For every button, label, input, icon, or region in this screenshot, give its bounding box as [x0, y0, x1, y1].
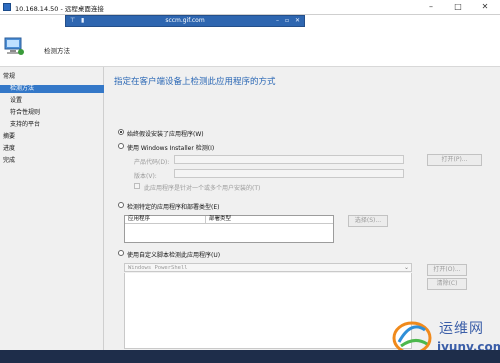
- open-script-button[interactable]: 打开(O)...: [427, 264, 467, 276]
- radio-specific-application[interactable]: [118, 202, 124, 208]
- nav-item-platforms[interactable]: 支持的平台: [10, 121, 40, 129]
- nav-item-complete[interactable]: 完成: [3, 157, 15, 165]
- radio-custom-script[interactable]: [118, 250, 124, 256]
- option-always-installed-label: 始终假设安装了应用程序(W): [127, 131, 204, 138]
- version-field[interactable]: [174, 169, 404, 178]
- per-user-label: 此应用程序是针对一个或多个用户安装的(T): [144, 185, 261, 192]
- option-windows-installer-label: 使用 Windows Installer 检测(I): [127, 145, 215, 152]
- window-title: 10.168.14.50 - 远程桌面连接: [15, 5, 104, 13]
- remote-desktop-icon: [3, 3, 11, 11]
- nav-item-compliance[interactable]: 符合性规则: [10, 109, 40, 117]
- table-header: 应用程序 部署类型: [125, 216, 333, 224]
- product-code-label: 产品代码(D):: [134, 159, 170, 166]
- clear-script-button[interactable]: 清除(C): [427, 278, 467, 290]
- column-deployment-type[interactable]: 部署类型: [209, 216, 231, 223]
- nav-item-settings[interactable]: 设置: [10, 97, 22, 105]
- nav-item-detection[interactable]: 检测方法: [0, 85, 113, 93]
- wizard-header: 检测方法: [0, 27, 500, 67]
- option-custom-script-label: 使用自定义脚本检测此应用程序(U): [127, 252, 221, 259]
- detection-content: 指定在客户端设备上检测此应用程序的方式 始终假设安装了应用程序(W) 使用 Wi…: [104, 67, 500, 350]
- connection-bar: ⊤ ▮ sccm.gif.com – ▫ ✕: [65, 15, 305, 27]
- script-type-select[interactable]: Windows PowerShell ⌄: [124, 263, 412, 272]
- wizard-nav: 常规 检测方法 设置 符合性规则 支持的平台 摘要 进度 完成: [0, 67, 113, 350]
- watermark-text: 运维网: [439, 321, 484, 337]
- script-editor[interactable]: [124, 273, 412, 349]
- wizard-page-title: 检测方法: [44, 47, 70, 55]
- close-button[interactable]: ✕: [474, 0, 496, 14]
- minimize-button[interactable]: –: [420, 0, 442, 14]
- per-user-checkbox[interactable]: [134, 183, 140, 189]
- connection-host: sccm.gif.com: [165, 17, 205, 24]
- option-specific-application-label: 检测特定的应用程序和部署类型(E): [127, 204, 220, 211]
- nav-item-summary[interactable]: 摘要: [3, 133, 15, 141]
- application-table[interactable]: 应用程序 部署类型: [124, 215, 334, 243]
- maximize-button[interactable]: □: [447, 0, 469, 14]
- browse-msi-button[interactable]: 打开(P)...: [427, 154, 482, 166]
- nav-item-progress[interactable]: 进度: [3, 145, 15, 153]
- taskbar: [0, 350, 500, 363]
- radio-windows-installer[interactable]: [118, 143, 124, 149]
- page-heading: 指定在客户端设备上检测此应用程序的方式: [114, 77, 276, 87]
- radio-always-installed[interactable]: [118, 129, 124, 135]
- close-session-icon[interactable]: ✕: [295, 17, 300, 24]
- nav-item-general[interactable]: 常规: [3, 73, 15, 81]
- version-label: 版本(V):: [134, 173, 157, 180]
- computer-icon: [4, 37, 24, 55]
- select-application-button[interactable]: 选择(S)...: [348, 215, 388, 227]
- script-type-value: Windows PowerShell: [128, 265, 188, 271]
- chevron-down-icon: ⌄: [403, 264, 409, 271]
- rdp-title-bar: 10.168.14.50 - 远程桌面连接 – □ ✕: [0, 0, 500, 15]
- product-code-field[interactable]: [174, 155, 404, 164]
- restore-session-icon[interactable]: ▫: [285, 17, 289, 24]
- column-application[interactable]: 应用程序: [128, 216, 150, 223]
- minimize-session-icon[interactable]: –: [276, 17, 279, 24]
